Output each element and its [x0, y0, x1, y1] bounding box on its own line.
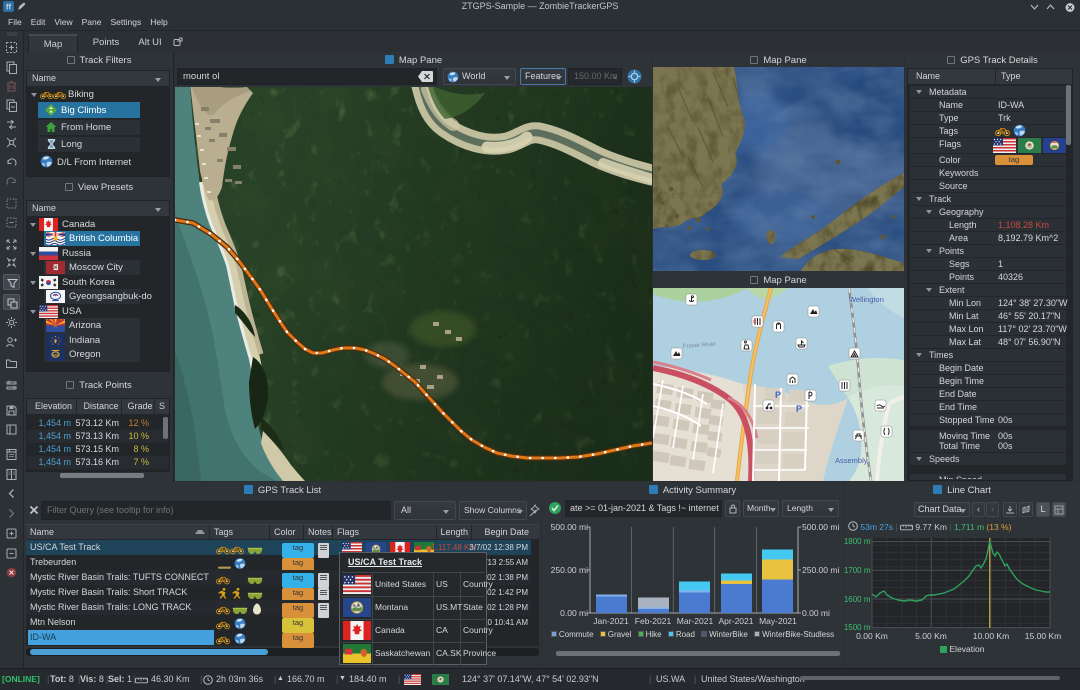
svg-text:1700 m: 1700 m [844, 566, 871, 575]
svg-text:Jan-2021: Jan-2021 [593, 616, 629, 626]
svg-text:¢: ¢ [753, 319, 757, 326]
svg-text:0.00 Km: 0.00 Km [856, 631, 888, 641]
svg-text:0.00 mi: 0.00 mi [560, 608, 588, 618]
svg-text:1600 m: 1600 m [844, 595, 871, 604]
svg-text:15.00 Km: 15.00 Km [1025, 631, 1061, 641]
svg-text:P: P [796, 404, 802, 414]
svg-text:Assembly: Assembly [835, 456, 868, 465]
svg-text:P: P [775, 390, 781, 400]
svg-text:0.00 mi: 0.00 mi [802, 608, 830, 618]
svg-text:ff: ff [6, 3, 12, 12]
svg-text:5.00 Km: 5.00 Km [915, 631, 947, 641]
svg-text:250.00 mi: 250.00 mi [802, 565, 839, 575]
svg-text:500.00 mi: 500.00 mi [802, 522, 839, 532]
svg-text:1800 m: 1800 m [844, 537, 871, 546]
svg-text:Wellington: Wellington [849, 295, 884, 304]
svg-text:500.00 mi: 500.00 mi [551, 522, 588, 532]
svg-text:Apr-2021: Apr-2021 [719, 616, 754, 626]
svg-text:May-2021: May-2021 [759, 616, 797, 626]
svg-text:250.00 mi: 250.00 mi [551, 565, 588, 575]
svg-text:Feb-2021: Feb-2021 [635, 616, 672, 626]
svg-text:Mar-2021: Mar-2021 [677, 616, 714, 626]
svg-text:10.00 Km: 10.00 Km [973, 631, 1009, 641]
